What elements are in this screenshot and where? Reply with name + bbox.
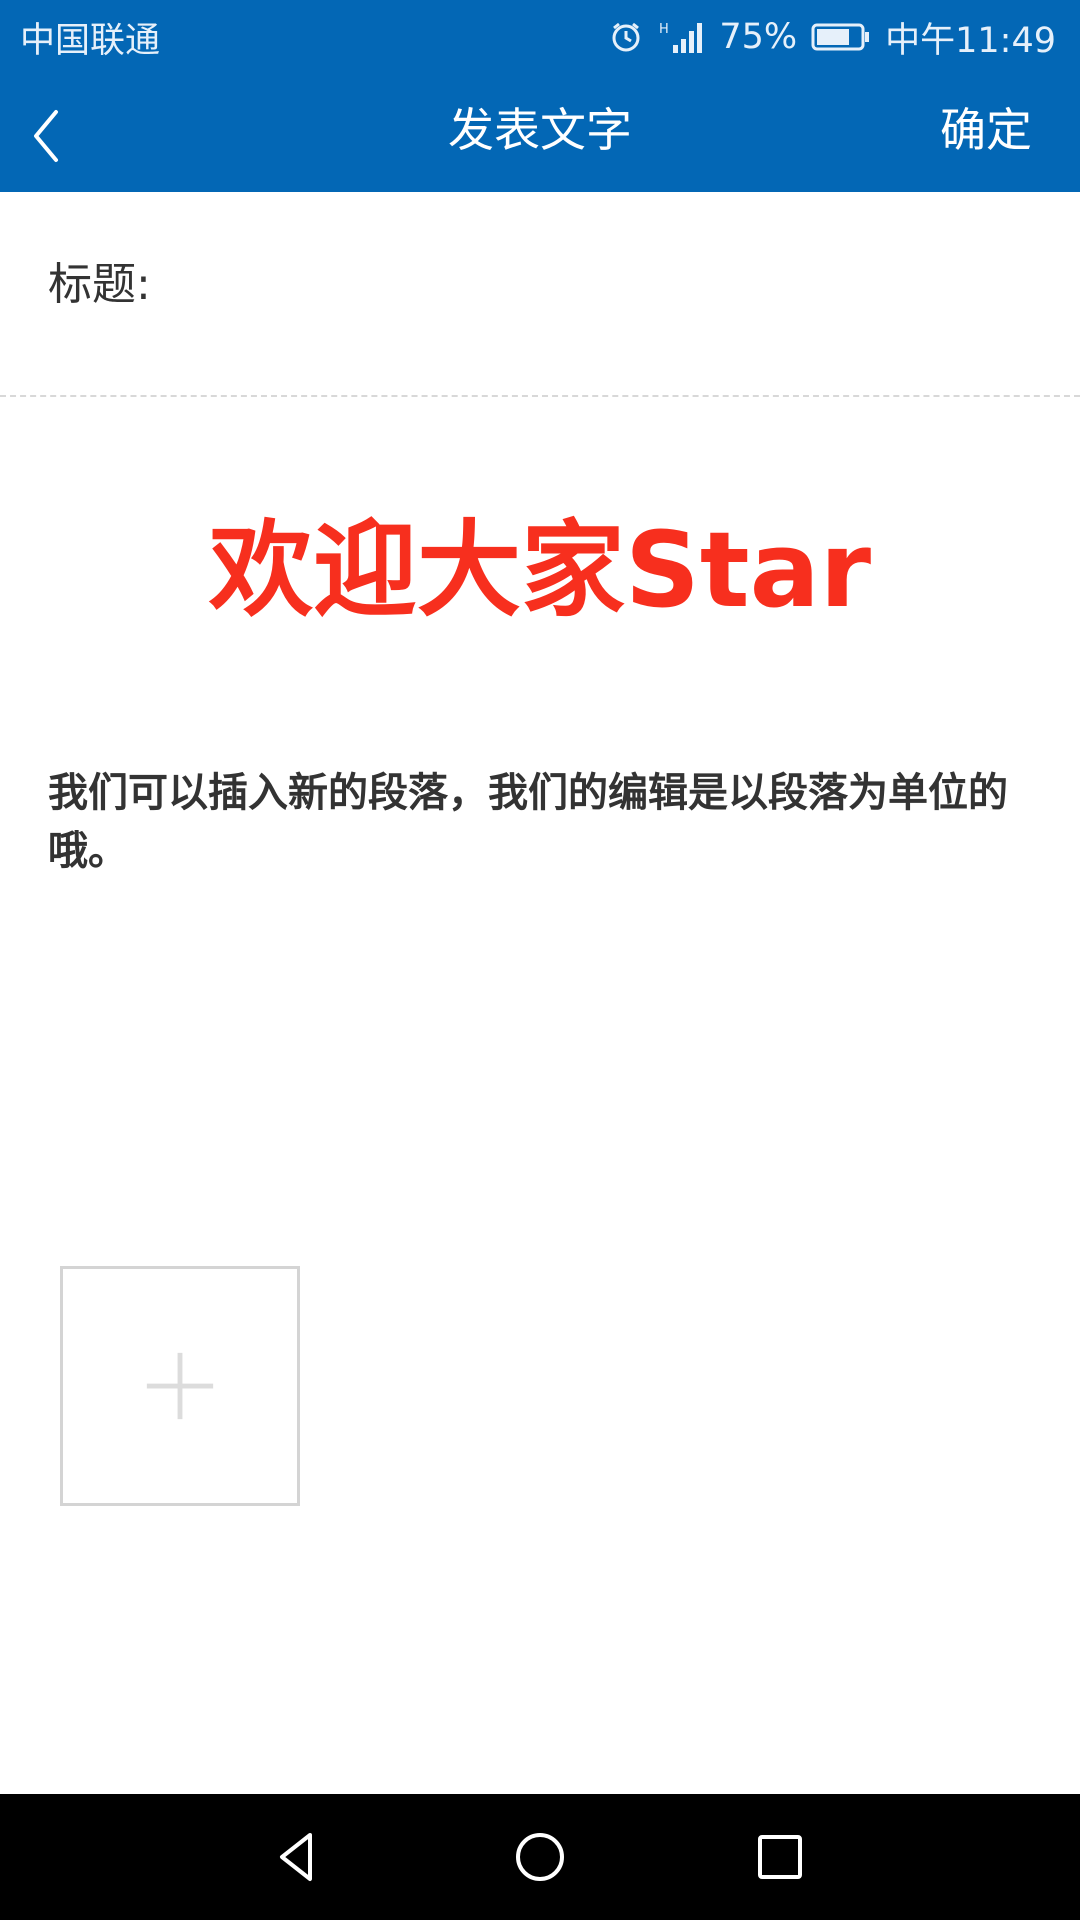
title-row: 标题: <box>0 192 1080 397</box>
status-bar: 中国联通 H 75% 中午11:49 <box>0 0 1080 74</box>
confirm-button[interactable]: 确定 <box>940 74 1032 192</box>
battery-percent: 75% <box>719 17 798 57</box>
plus-icon <box>146 1352 214 1420</box>
app-bar: 发表文字 确定 <box>0 74 1080 192</box>
carrier-name: 中国联通 <box>20 20 161 61</box>
content-paragraph[interactable]: 我们可以插入新的段落，我们的编辑是以段落为单位的哦。 <box>48 764 1038 880</box>
status-indicators: H 75% 中午11:49 <box>609 12 1056 63</box>
content-heading[interactable]: 欢迎大家Star <box>0 500 1080 640</box>
nav-home-icon[interactable] <box>510 1827 570 1887</box>
nav-recent-icon[interactable] <box>750 1827 810 1887</box>
clock: 中午11:49 <box>885 20 1056 61</box>
alarm-icon <box>609 20 643 54</box>
page-title: 发表文字 <box>448 103 632 157</box>
add-image-button[interactable] <box>60 1266 300 1506</box>
title-label: 标题: <box>48 258 151 310</box>
signal-icon: H <box>657 19 705 55</box>
network-type: H <box>659 22 669 37</box>
chevron-left-icon <box>34 110 58 162</box>
back-button[interactable] <box>26 96 106 176</box>
battery-icon <box>811 22 871 52</box>
title-input[interactable] <box>150 253 1080 306</box>
navigation-bar <box>0 1794 1080 1920</box>
nav-back-icon[interactable] <box>270 1827 330 1887</box>
